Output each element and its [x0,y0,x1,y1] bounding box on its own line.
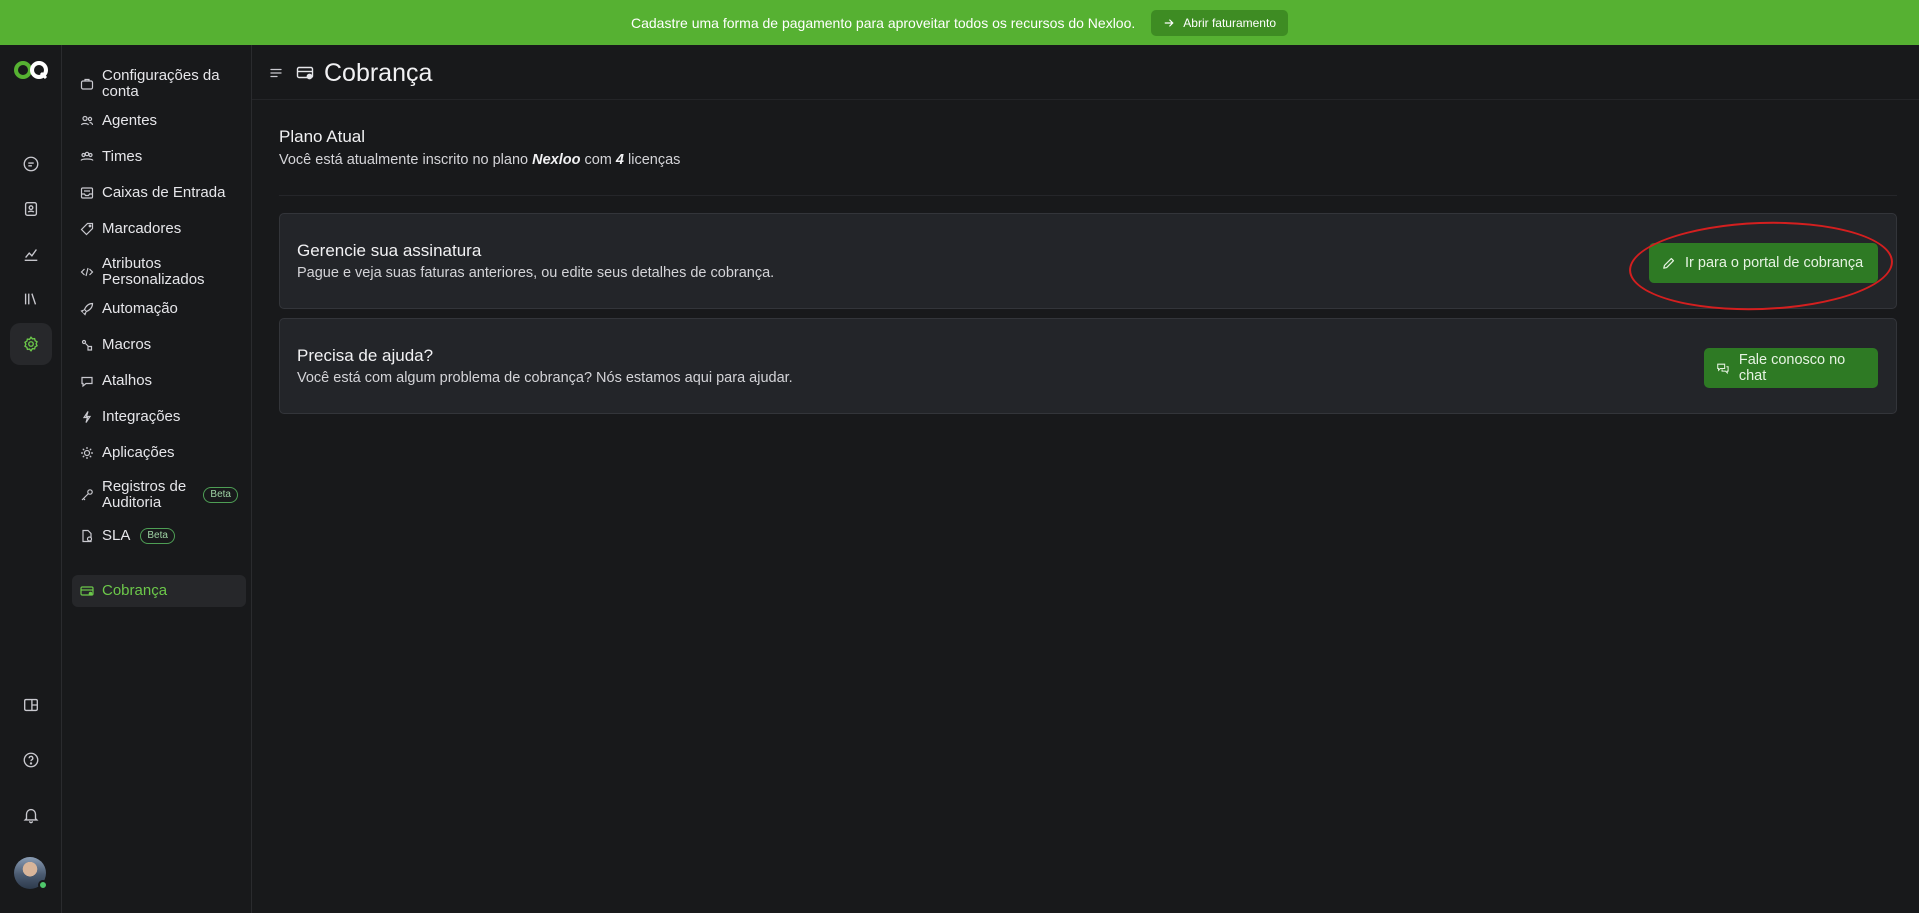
document-icon [80,529,94,543]
key-icon [80,488,94,502]
library-icon [24,293,37,305]
open-billing-button[interactable]: Abrir faturamento [1151,9,1288,36]
reports-icon [24,249,38,261]
rail-contacts[interactable] [10,188,52,230]
plug-icon [80,410,94,424]
settings-icon [24,336,38,352]
code-icon [80,265,94,279]
sidebar-item-custom-attributes[interactable]: Atributos Personalizados [72,253,246,291]
open-billing-label: Abrir faturamento [1183,15,1276,30]
rail-notifications[interactable] [10,794,52,836]
card-title: Precisa de ajuda? [297,346,434,365]
rocket-icon [80,302,94,316]
manage-subscription-card: Gerencie sua assinatura Pague e veja sua… [279,213,1897,309]
macro-icon [80,338,94,352]
billing-icon [80,584,94,598]
rail-reports[interactable] [10,233,52,275]
menu-icon[interactable] [268,65,284,81]
users-icon [80,114,94,128]
sidebar-item-label: Registros de Auditoria [102,478,187,511]
speech-icon [80,374,94,388]
icon-rail [0,45,62,913]
pencil-icon [1663,257,1675,269]
settings-sidebar: Configurações da conta Agentes Times Cai… [62,45,252,913]
main-content: Cobrança Plano Atual Você está atualment… [252,45,1919,913]
sidebar-item-label: SLA [102,527,131,544]
briefcase-icon [80,77,94,91]
online-status-dot [38,880,48,890]
sidebar-item-automation[interactable]: Automação [72,297,246,321]
chat-icon [23,156,39,172]
page-header: Cobrança [252,45,1919,100]
nexloo-logo-icon [14,61,48,80]
plan-name: Nexloo [532,152,581,168]
rail-help[interactable] [10,739,52,781]
page-title: Cobrança [324,59,433,87]
sidebar-item-label: Aplicações [102,444,175,461]
sidebar-item-label: Marcadores [102,220,182,237]
rail-conversations[interactable] [10,143,52,185]
sidebar-item-label: Configurações da conta [102,67,220,100]
rail-settings[interactable] [10,323,52,365]
sidebar-item-apps[interactable]: Aplicações [72,441,246,465]
banner-message: Cadastre uma forma de pagamento para apr… [631,14,1136,31]
team-icon [80,150,94,164]
tag-icon [80,222,94,236]
sidebar-item-shortcuts[interactable]: Atalhos [72,369,246,393]
sidebar-item-label: Macros [102,336,152,353]
billing-icon [296,66,314,80]
plan-desc-suffix: licenças [623,152,681,168]
chat-with-us-button[interactable]: Fale conosco no chat [1704,348,1878,388]
sidebar-item-audit-logs[interactable]: Registros de Auditoria Beta [72,476,246,514]
card-title: Gerencie sua assinatura [297,241,482,260]
help-card: Precisa de ajuda? Você está com algum pr… [279,318,1897,414]
billing-portal-button[interactable]: Ir para o portal de cobrança [1649,243,1878,283]
section-divider [279,195,1897,196]
beta-badge: Beta [203,487,238,503]
apps-icon [80,446,94,460]
sidebar-item-label: Cobrança [102,582,168,599]
sidebar-item-label: Integrações [102,408,181,425]
rail-layout[interactable] [10,684,52,726]
beta-badge: Beta [140,528,175,544]
rail-library[interactable] [10,278,52,320]
contacts-icon [24,202,38,216]
sidebar-item-agents[interactable]: Agentes [72,109,246,133]
layout-icon [24,698,38,712]
sidebar-item-sla[interactable]: SLA Beta [72,524,246,548]
card-description: Pague e veja suas faturas anteriores, ou… [297,265,775,281]
sidebar-item-billing[interactable]: Cobrança [72,575,246,607]
card-description: Você está com algum problema de cobrança… [297,370,793,386]
sidebar-item-labels[interactable]: Marcadores [72,217,246,241]
sidebar-item-label: Agentes [102,112,158,129]
sidebar-item-integrations[interactable]: Integrações [72,405,246,429]
sidebar-item-label: Automação [102,300,178,317]
plan-title: Plano Atual [279,127,366,146]
plan-desc-middle: com [580,152,616,168]
sidebar-item-macros[interactable]: Macros [72,333,246,357]
plan-description: Você está atualmente inscrito no plano N… [279,152,680,168]
arrow-right-icon [1164,18,1174,27]
help-icon [23,752,39,768]
sidebar-item-label: Atributos Personalizados [102,255,205,288]
payment-banner: Cadastre uma forma de pagamento para apr… [0,0,1919,45]
sidebar-item-label: Times [102,148,143,165]
sidebar-item-account-settings[interactable]: Configurações da conta [72,65,246,103]
plan-desc-prefix: Você está atualmente inscrito no plano [279,152,533,168]
chat-bubbles-icon [1717,363,1729,374]
sidebar-item-inboxes[interactable]: Caixas de Entrada [72,181,246,205]
inbox-icon [80,186,94,200]
sidebar-item-label: Caixas de Entrada [102,184,226,201]
sidebar-item-teams[interactable]: Times [72,145,246,169]
bell-icon [23,808,39,824]
license-count: 4 [615,152,624,168]
billing-portal-label: Ir para o portal de cobrança [1685,255,1864,271]
chat-with-us-label: Fale conosco no chat [1738,352,1846,384]
sidebar-item-label: Atalhos [102,372,153,389]
